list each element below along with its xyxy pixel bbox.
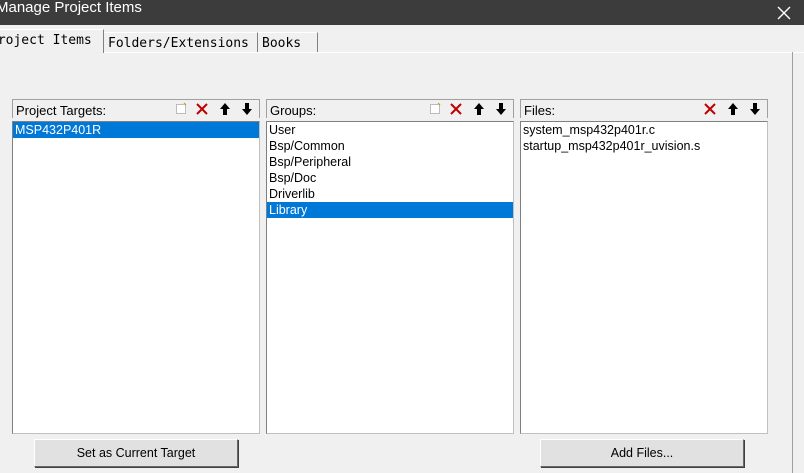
targets-list[interactable]: MSP432P401R [12, 121, 260, 434]
new-icon [176, 102, 187, 114]
tab-folders-extensions[interactable]: Folders/Extensions [104, 32, 258, 52]
list-item[interactable]: system_msp432p401r.c [521, 122, 767, 138]
tab-label: Books [262, 36, 302, 51]
move-down-icon [242, 103, 252, 115]
new-group-button[interactable] [427, 101, 443, 117]
delete-icon [704, 103, 716, 115]
move-group-up-button[interactable] [471, 101, 487, 117]
button-label: Add Files... [610, 446, 674, 460]
move-target-down-button[interactable] [239, 101, 255, 117]
files-header: Files: [520, 99, 768, 118]
close-icon [777, 6, 791, 19]
groups-list[interactable]: User Bsp/Common Bsp/Peripheral Bsp/Doc D… [266, 121, 514, 434]
tab-panel-border [0, 52, 804, 53]
list-item[interactable]: User [267, 122, 513, 138]
move-target-up-button[interactable] [217, 101, 233, 117]
groups-label: Groups: [270, 103, 317, 118]
move-down-icon [496, 103, 506, 115]
new-target-button[interactable] [173, 101, 189, 117]
dialog-right-edge [792, 52, 793, 473]
files-label: Files: [524, 103, 556, 118]
button-label: Set as Current Target [76, 446, 196, 460]
set-current-target-button[interactable]: Set as Current Target [34, 439, 238, 467]
move-up-icon [474, 103, 484, 115]
move-file-down-button[interactable] [747, 101, 763, 117]
list-item[interactable]: startup_msp432p401r_uvision.s [521, 138, 767, 154]
targets-header: Project Targets: [12, 99, 260, 118]
list-item[interactable]: Driverlib [267, 186, 513, 202]
list-item[interactable]: Bsp/Common [267, 138, 513, 154]
move-file-up-button[interactable] [725, 101, 741, 117]
new-icon [430, 102, 441, 114]
move-group-down-button[interactable] [493, 101, 509, 117]
delete-file-button[interactable] [702, 101, 718, 117]
close-button[interactable] [764, 0, 804, 25]
groups-header: Groups: [266, 99, 514, 118]
delete-icon [450, 103, 462, 115]
list-item[interactable]: Bsp/Peripheral [267, 154, 513, 170]
list-item[interactable]: Bsp/Doc [267, 170, 513, 186]
list-item[interactable]: Library [267, 202, 513, 218]
move-up-icon [220, 103, 230, 115]
move-up-icon [728, 103, 738, 115]
tab-label: Project Items [0, 33, 92, 48]
delete-icon [196, 103, 208, 115]
tab-project-items[interactable]: Project Items [0, 29, 104, 53]
list-item[interactable]: MSP432P401R [13, 122, 259, 138]
window-title: Manage Project Items [0, 0, 142, 16]
move-down-icon [750, 103, 760, 115]
tab-label: Folders/Extensions [108, 36, 249, 51]
title-bar: Manage Project Items [0, 0, 804, 25]
delete-group-button[interactable] [448, 101, 464, 117]
add-files-button[interactable]: Add Files... [540, 439, 744, 467]
files-list[interactable]: system_msp432p401r.c startup_msp432p401r… [520, 121, 768, 434]
delete-target-button[interactable] [194, 101, 210, 117]
targets-label: Project Targets: [16, 103, 107, 118]
tab-books[interactable]: Books [258, 32, 318, 52]
